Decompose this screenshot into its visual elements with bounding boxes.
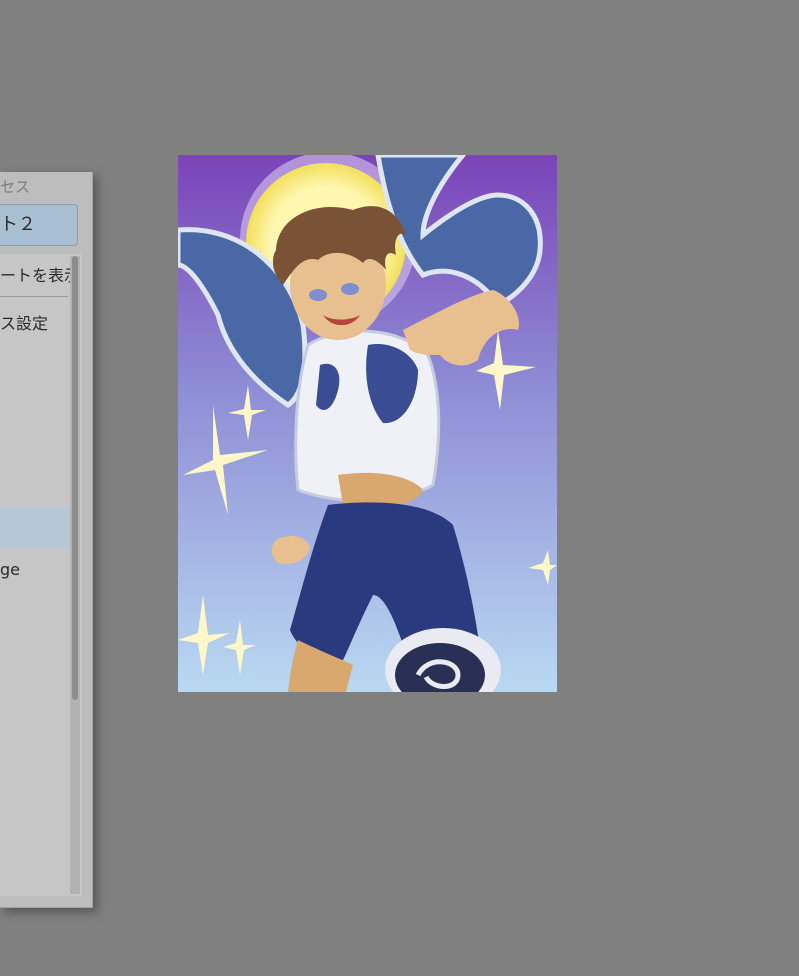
menu-item-settings[interactable]: ス設定 (0, 310, 48, 334)
menu-item-show-set[interactable]: ートを表示 (0, 262, 80, 286)
set-selector-button[interactable]: ト２ (0, 204, 78, 246)
menu-item-ge[interactable]: ge (0, 560, 20, 579)
illustration-artwork (178, 155, 557, 692)
drawing-canvas[interactable] (178, 155, 557, 692)
quick-access-panel: セス ト２ ートを表示 ス設定 ge (0, 172, 93, 908)
menu-divider (0, 296, 68, 297)
panel-menu-list: ートを表示 ス設定 ge (0, 254, 82, 896)
panel-scrollbar[interactable] (70, 256, 80, 894)
panel-title: セス (0, 178, 31, 196)
panel-scroll-thumb[interactable] (72, 256, 78, 700)
menu-item-selected[interactable] (0, 508, 70, 548)
